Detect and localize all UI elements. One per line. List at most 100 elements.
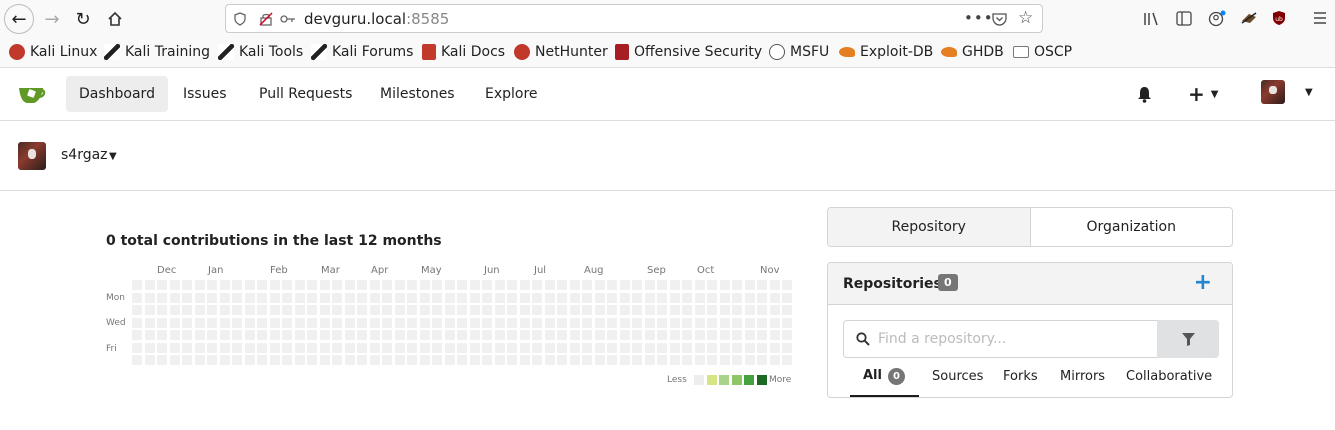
nav-pull-requests[interactable]: Pull Requests	[246, 76, 365, 112]
bookmark-label: OSCP	[1034, 44, 1073, 60]
bookmark-kali-linux[interactable]: Kali Linux	[9, 44, 97, 60]
nav-explore[interactable]: Explore	[472, 76, 551, 112]
heatmap-cell	[694, 342, 705, 353]
heatmap-cell	[657, 305, 667, 315]
heatmap-cell	[657, 355, 667, 365]
extension-icon[interactable]	[1240, 11, 1258, 25]
tab-all-count-badge: 0	[887, 368, 905, 385]
tab-organization-label: Organization	[1086, 219, 1176, 235]
heatmap-cell	[732, 330, 742, 340]
heatmap-cell	[357, 330, 367, 340]
bookmark-nethunter[interactable]: NetHunter	[514, 44, 608, 60]
bookmark-label: Kali Linux	[30, 44, 98, 60]
bookmark-label: Kali Tools	[239, 44, 304, 60]
context-avatar[interactable]	[18, 142, 46, 170]
user-menu-button[interactable]: ▼	[1261, 80, 1313, 104]
context-switcher: s4rgaz ▼	[0, 121, 1335, 191]
month-label: Dec	[157, 265, 177, 276]
bookmark-kali-tools[interactable]: Kali Tools	[218, 44, 303, 60]
back-button[interactable]: ←	[4, 4, 34, 34]
bookmark-oscp[interactable]: OSCP	[1013, 44, 1072, 60]
heatmap-cell	[482, 330, 492, 340]
folder-icon	[1013, 46, 1029, 58]
library-icon[interactable]	[1143, 11, 1161, 27]
repository-search-input[interactable]	[878, 322, 1148, 356]
bookmark-label: NetHunter	[535, 44, 608, 60]
star-icon[interactable]: ☆	[1018, 8, 1033, 28]
heatmap-cell	[307, 317, 317, 328]
context-username[interactable]: s4rgaz	[61, 147, 108, 163]
heatmap-cell	[132, 355, 142, 365]
home-button[interactable]	[101, 5, 129, 33]
heatmap-cell	[144, 292, 155, 303]
heatmap-cell	[407, 317, 417, 328]
heatmap-cell	[294, 330, 305, 340]
tab-collaborative[interactable]: Collaborative	[1126, 369, 1212, 384]
heatmap-cell	[632, 305, 642, 315]
pocket-icon[interactable]	[992, 12, 1007, 26]
bookmark-offensive-security[interactable]: Offensive Security	[615, 44, 762, 60]
heatmap-cell	[432, 292, 442, 303]
forward-button[interactable]: →	[38, 5, 66, 33]
heatmap-cell	[482, 305, 492, 315]
filter-button[interactable]	[1157, 320, 1219, 358]
reload-button[interactable]: ↻	[69, 5, 97, 33]
heatmap-cell	[394, 342, 405, 353]
heatmap-cell	[669, 317, 680, 328]
heatmap-cell	[682, 317, 692, 328]
heatmap-cell	[444, 317, 455, 328]
add-repository-button[interactable]: +	[1194, 270, 1212, 295]
key-icon	[280, 15, 295, 23]
heatmap-cell	[357, 305, 367, 315]
heatmap-cell	[382, 355, 392, 365]
bookmark-ghdb[interactable]: GHDB	[941, 44, 1004, 60]
account-icon[interactable]	[1208, 10, 1226, 27]
heatmap-cell	[444, 280, 455, 290]
heatmap-cell	[457, 355, 467, 365]
ublock-icon[interactable]: ub	[1272, 10, 1286, 26]
bookmark-kali-forums[interactable]: Kali Forums	[311, 44, 413, 60]
legend-swatch	[744, 375, 754, 385]
ghdb-icon	[941, 47, 957, 57]
heatmap-cell	[669, 330, 680, 340]
nav-dashboard[interactable]: Dashboard	[66, 76, 168, 112]
nav-issues[interactable]: Issues	[170, 76, 240, 112]
tab-all[interactable]: All 0	[863, 368, 905, 385]
heatmap-cell	[144, 330, 155, 340]
offsec-icon	[615, 44, 629, 60]
heatmap-cell	[182, 280, 192, 290]
heatmap-cell	[532, 330, 542, 340]
gitea-logo-icon[interactable]	[18, 84, 46, 106]
heatmap-cell	[244, 292, 255, 303]
heatmap-cell	[519, 305, 530, 315]
heatmap-cell	[782, 330, 792, 340]
bookmark-kali-training[interactable]: Kali Training	[104, 44, 210, 60]
tab-mirrors[interactable]: Mirrors	[1060, 369, 1105, 384]
heatmap-cell	[432, 342, 442, 353]
tab-forks[interactable]: Forks	[1003, 369, 1038, 384]
heatmap-cell	[669, 305, 680, 315]
tab-sources[interactable]: Sources	[932, 369, 983, 384]
heatmap-cell	[644, 305, 655, 315]
nav-milestones[interactable]: Milestones	[367, 76, 468, 112]
heatmap-cell	[632, 342, 642, 353]
bookmark-kali-docs[interactable]: Kali Docs	[422, 44, 505, 60]
bell-icon[interactable]	[1137, 86, 1152, 103]
heatmap-cell	[519, 330, 530, 340]
day-label: Fri	[106, 344, 117, 354]
address-bar[interactable]: devguru.local:8585 ••• ☆	[225, 4, 1043, 33]
more-actions-icon[interactable]: •••	[964, 9, 994, 27]
tab-organization[interactable]: Organization	[1031, 208, 1233, 246]
bookmark-msfu[interactable]: MSFU	[769, 44, 829, 60]
heatmap-cell	[719, 317, 730, 328]
sidebar-icon[interactable]	[1176, 11, 1192, 26]
caret-down-icon[interactable]: ▼	[109, 151, 117, 162]
menu-icon[interactable]	[1313, 12, 1327, 24]
heatmap-cell	[532, 305, 542, 315]
create-new-button[interactable]: + ▼	[1188, 82, 1218, 106]
heatmap-cell	[707, 292, 717, 303]
heatmap-cell	[494, 292, 505, 303]
tab-repository[interactable]: Repository	[828, 208, 1031, 246]
heatmap-cell	[157, 342, 167, 353]
bookmark-exploit-db[interactable]: Exploit-DB	[839, 44, 933, 60]
